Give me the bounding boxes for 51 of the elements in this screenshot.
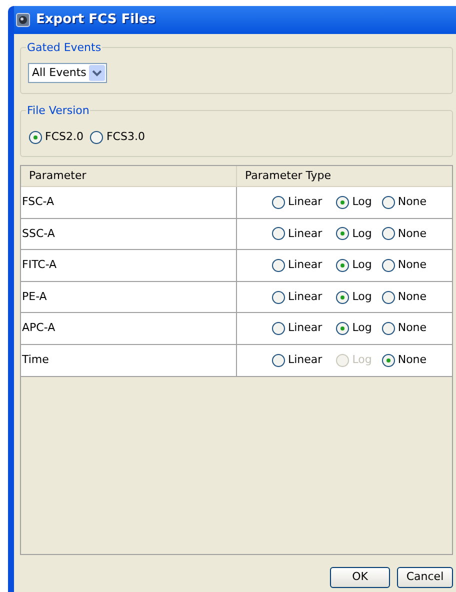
radio-button[interactable] [382,354,395,367]
radio-button[interactable] [336,322,350,336]
dialog-button[interactable]: Cancel [397,567,453,588]
radio-button[interactable] [336,227,350,240]
radio-button[interactable] [336,290,350,304]
radio-button[interactable] [272,354,285,367]
radio-label[interactable]: None [398,352,427,369]
radio-button[interactable] [272,290,285,304]
radio-button[interactable] [336,258,350,272]
table-cell: SSC-A [21,218,237,250]
radio-label[interactable]: None [398,257,427,274]
table-cell: FITC-A [21,250,237,281]
radio-button[interactable] [272,322,285,336]
radio-label[interactable]: Log [352,226,372,242]
radio-button[interactable] [382,196,395,209]
radio-button[interactable] [382,290,395,304]
app-icon [16,13,30,27]
table-cell: PE-A [21,282,237,312]
radio-label[interactable]: Log [352,320,372,337]
radio-label[interactable]: Linear [288,288,322,306]
radio-label[interactable]: FCS3.0 [106,129,145,146]
radio-label[interactable]: None [398,194,427,211]
radio-label[interactable]: Log [352,257,372,274]
radio-button[interactable] [336,196,350,209]
radio-button[interactable] [90,131,104,144]
window-title: Export FCS Files [36,11,156,30]
radio-button[interactable] [272,258,285,272]
radio-button[interactable] [382,227,395,240]
radio-label[interactable]: Log [352,288,372,306]
table-cell: APC-A [21,313,237,344]
radio-button[interactable] [382,258,395,272]
radio-button[interactable] [382,322,395,336]
radio-button[interactable] [272,227,285,240]
radio-label[interactable]: None [398,288,427,306]
events-dropdown[interactable]: All Events [28,63,108,83]
column-header: Parameter [21,166,237,186]
column-header: Parameter Type [244,168,332,184]
dialog-button[interactable]: OK [330,567,390,588]
radio-label[interactable]: None [398,226,427,242]
radio-label[interactable]: None [398,320,427,337]
radio-label[interactable]: Linear [288,194,322,211]
radio-label[interactable]: FCS2.0 [45,129,84,146]
table-cell: Time [21,344,237,376]
radio-label[interactable]: Linear [288,320,322,337]
radio-label[interactable]: Log [352,194,372,211]
radio-button[interactable] [272,196,285,209]
radio-label[interactable]: Linear [288,352,322,369]
radio-button[interactable] [29,131,42,144]
radio-label[interactable]: Linear [288,226,322,242]
radio-label[interactable]: Linear [288,257,322,274]
table-cell: FSC-A [21,187,237,218]
